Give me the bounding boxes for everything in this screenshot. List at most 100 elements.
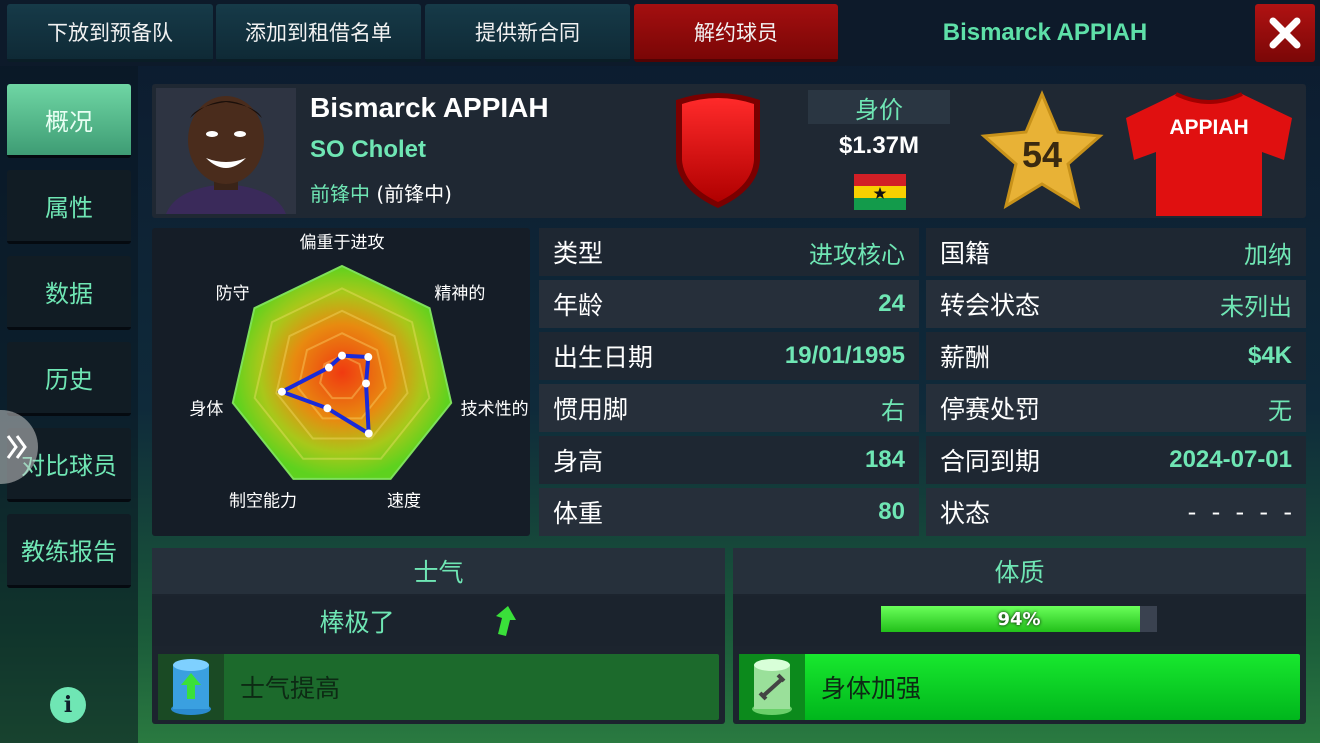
sidebar-item-label: 数据 <box>45 280 93 308</box>
stat-label: 转会状态 <box>940 291 1041 320</box>
button-label: 添加到租借名单 <box>245 20 392 45</box>
stat-row-nationality: 国籍 加纳 <box>926 228 1306 276</box>
radar-chart: 偏重于进攻精神的技术性的速度 制空能力 身体 防守 <box>189 233 529 512</box>
radar-axis-label: 防守 <box>216 284 250 304</box>
stat-label: 国籍 <box>940 239 991 268</box>
button-label: 提供新合同 <box>475 20 580 45</box>
sidebar-item-label: 历史 <box>45 366 93 394</box>
release-to-reserves-button[interactable]: 下放到预备队 <box>7 4 213 62</box>
radar-axis-label: 偏重于进攻 <box>300 233 385 253</box>
radar-point <box>362 379 371 388</box>
stat-value: $4K <box>1247 342 1292 369</box>
stat-label: 体重 <box>553 499 604 528</box>
shirt-icon <box>1126 92 1292 216</box>
stat-row-suspension: 停赛处罚 无 <box>926 384 1306 432</box>
market-value-amount: $1.37M <box>838 132 920 159</box>
fitness-boost-icon-box <box>739 654 805 720</box>
fitness-boost-button[interactable]: 身体加强 <box>739 654 1300 720</box>
player-position: 前锋中 (前锋中) <box>310 178 452 207</box>
stat-row-foot: 惯用脚 右 <box>539 384 919 432</box>
stat-row-form: 状态 - - - - - <box>926 488 1306 536</box>
morale-boost-label: 士气提高 <box>240 674 341 703</box>
sidebar-item-coach-report[interactable]: 教练报告 <box>7 514 131 588</box>
market-value-label: 身价 <box>808 90 950 124</box>
stat-value: 24 <box>878 290 905 317</box>
radar-point <box>364 429 373 438</box>
stat-row-birthdate: 出生日期 19/01/1995 <box>539 332 919 380</box>
stat-label: 惯用脚 <box>553 395 629 424</box>
rating-star: 54 <box>978 90 1106 212</box>
stat-value: 进攻核心 <box>809 240 905 269</box>
radar-point <box>324 363 333 372</box>
sidebar-item-overview[interactable]: 概况 <box>7 84 131 158</box>
fitness-title: 体质 <box>733 548 1306 594</box>
attribute-radar: 偏重于进攻 精神的 技术性的 速度 制空能力 身体 防守 <box>152 228 530 536</box>
release-player-button[interactable]: 解约球员 <box>634 4 838 62</box>
stat-row-type: 类型 进攻核心 <box>539 228 919 276</box>
radar-axis-label: 精神的 <box>434 284 485 304</box>
player-club[interactable]: SO Cholet <box>310 136 426 164</box>
button-label: 解约球员 <box>694 20 778 45</box>
sidebar-item-label: 属性 <box>45 194 93 222</box>
top-bar: 下放到预备队 添加到租借名单 提供新合同 解约球员 Bismarck APPIA… <box>0 0 1320 66</box>
radar-point <box>364 353 373 362</box>
rating-value: 54 <box>1021 134 1063 175</box>
stat-row-wage: 薪酬 $4K <box>926 332 1306 380</box>
stat-label: 合同到期 <box>940 447 1041 476</box>
fitness-boost-label: 身体加强 <box>821 674 922 703</box>
ghana-flag-icon <box>854 174 906 210</box>
stat-value: 2024-07-01 <box>1169 446 1292 473</box>
fitness-percent: 94% <box>997 608 1041 630</box>
info-button[interactable]: i <box>50 687 86 723</box>
radar-point <box>338 351 346 360</box>
info-icon: i <box>63 692 73 718</box>
sidebar-item-attributes[interactable]: 属性 <box>7 170 131 244</box>
position-main: 前锋中 <box>310 182 370 206</box>
sidebar-item-label: 概况 <box>45 108 93 136</box>
fitness-booster-icon <box>752 659 792 715</box>
fitness-panel: 体质 94% 身体加强 <box>733 548 1306 724</box>
fitness-bar: 94% <box>881 606 1157 632</box>
fitness-bar-row: 94% <box>733 596 1306 646</box>
stat-label: 身高 <box>553 447 604 476</box>
stat-value: 右 <box>881 396 905 425</box>
stat-row-age: 年龄 24 <box>539 280 919 328</box>
club-badge-icon <box>676 93 760 208</box>
close-button[interactable] <box>1255 4 1315 62</box>
player-info-right: 国籍 加纳 转会状态 未列出 薪酬 $4K 停赛处罚无 合同到期 2024-07-01 … <box>926 228 1306 540</box>
stat-label: 状态 <box>940 499 991 528</box>
player-header: Bismarck APPIAH SO Cholet 前锋中 (前锋中) 身价 $… <box>152 84 1306 218</box>
double-chevron-icon <box>6 435 27 459</box>
sidebar-item-stats[interactable]: 数据 <box>7 256 131 330</box>
radar-background <box>231 264 453 480</box>
stat-label: 停赛处罚 <box>940 395 1041 424</box>
morale-boost-button[interactable]: 士气提高 <box>158 654 719 720</box>
sidebar-item-label: 教练报告 <box>21 538 117 566</box>
player-photo <box>156 88 296 214</box>
radar-axis-label: 速度 <box>387 492 421 512</box>
sidebar-item-history[interactable]: 历史 <box>7 342 131 416</box>
radar-axis-label: 技术性的 <box>461 399 529 419</box>
team-shirt: APPIAH <box>1116 88 1302 216</box>
morale-panel: 士气 棒极了 士气提高 <box>152 548 725 724</box>
stat-value: 80 <box>878 498 905 525</box>
stat-row-height: 身高 184 <box>539 436 919 484</box>
radar-point <box>323 404 332 413</box>
market-value: 身价 $1.37M <box>808 90 950 210</box>
radar-axis-label: 制空能力 <box>229 492 297 512</box>
stat-label: 类型 <box>553 239 604 268</box>
offer-new-contract-button[interactable]: 提供新合同 <box>425 4 630 62</box>
add-to-loan-list-button[interactable]: 添加到租借名单 <box>216 4 421 62</box>
player-portrait-icon <box>156 88 296 214</box>
stat-value: 19/01/1995 <box>784 342 905 369</box>
close-icon <box>1269 17 1301 49</box>
stat-value: - - - - - <box>1187 498 1292 526</box>
stat-value: 无 <box>1268 396 1292 425</box>
stat-value: 未列出 <box>1220 292 1292 321</box>
radar-point <box>277 387 286 396</box>
stat-label: 出生日期 <box>553 343 654 372</box>
morale-booster-icon <box>171 659 211 715</box>
stat-value: 184 <box>864 446 905 473</box>
morale-boost-icon-box <box>158 654 224 720</box>
player-name: Bismarck APPIAH <box>310 92 549 123</box>
